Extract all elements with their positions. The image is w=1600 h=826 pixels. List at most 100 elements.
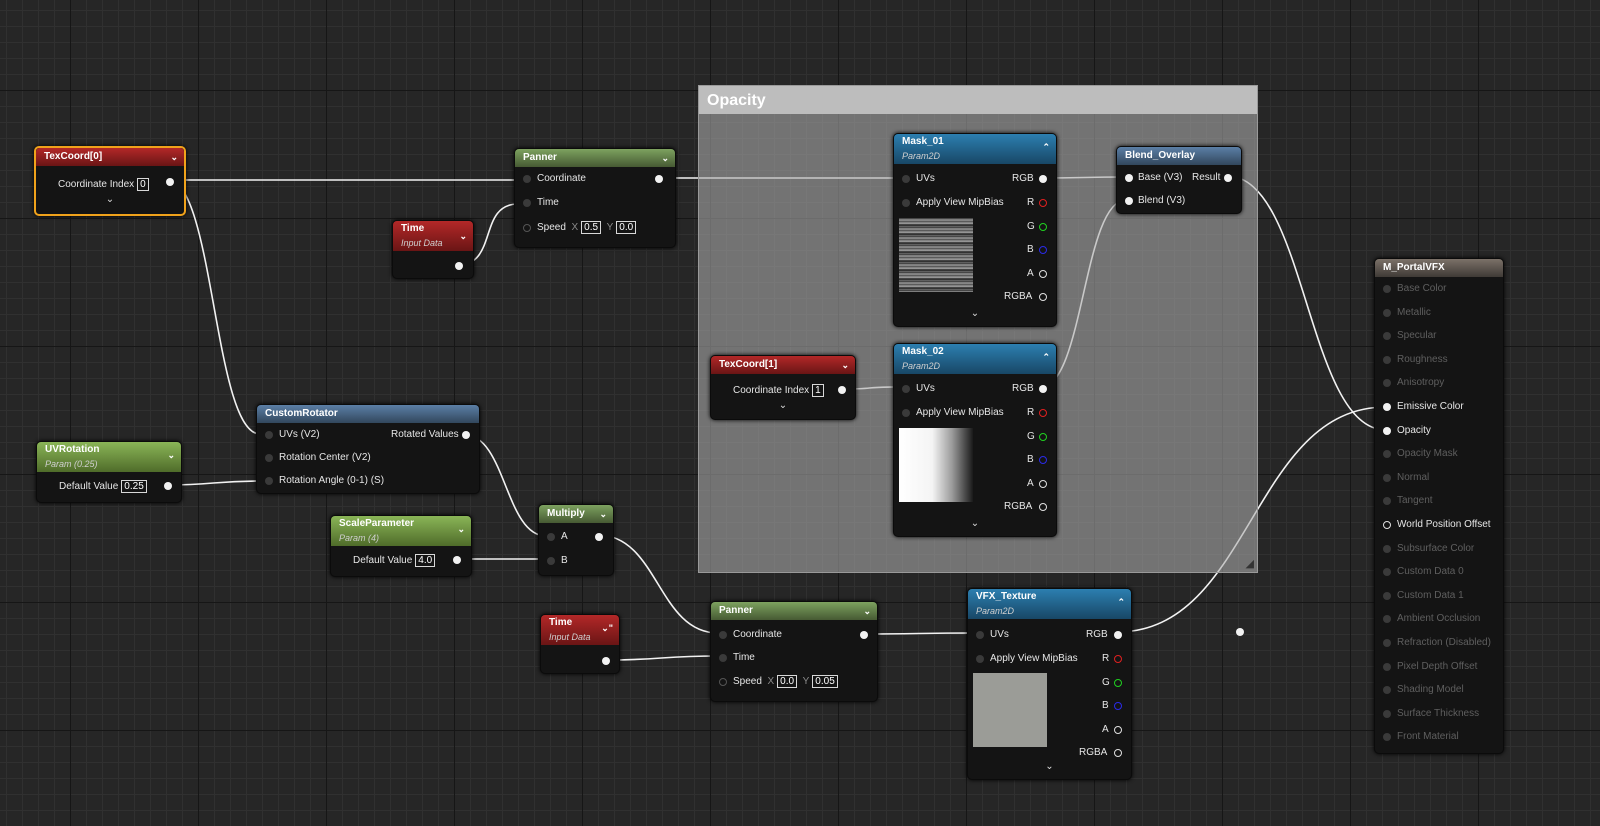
- a-output-pin[interactable]: [1039, 480, 1047, 488]
- default-value-field[interactable]: Default Value 0.25: [59, 480, 147, 493]
- chevron-up-icon[interactable]: ⌃: [1042, 350, 1050, 364]
- chevron-down-icon[interactable]: ⌄: [459, 229, 467, 243]
- output-pin[interactable]: [453, 556, 461, 564]
- rgb-output-pin[interactable]: [1039, 385, 1047, 393]
- node-header[interactable]: Panner ⌄: [515, 149, 675, 167]
- output-pin[interactable]: [455, 262, 463, 270]
- rgba-output-pin[interactable]: [1039, 503, 1047, 511]
- output-pin[interactable]: [602, 657, 610, 665]
- texcoord1-node[interactable]: TexCoord[1] ⌄ Coordinate Index 1 ⌄: [710, 355, 856, 420]
- chevron-down-icon[interactable]: ⌄: [457, 522, 465, 536]
- chevron-up-icon[interactable]: ⌃: [1042, 140, 1050, 154]
- chevron-down-icon[interactable]: ⌄: [968, 761, 1131, 772]
- base-color-input-pin[interactable]: [1383, 285, 1391, 293]
- comment-title[interactable]: Opacity: [699, 86, 1257, 114]
- texcoord0-node[interactable]: TexCoord[0] ⌄ Coordinate Index 0 ⌄: [34, 146, 186, 216]
- chevron-down-icon[interactable]: ⌄: [167, 448, 175, 462]
- b-input-pin[interactable]: [547, 557, 555, 565]
- node-header[interactable]: Time Input Data ⌄": [541, 615, 619, 645]
- node-header[interactable]: Mask_01 Param2D ⌃: [894, 134, 1056, 164]
- uvs-input-pin[interactable]: [976, 631, 984, 639]
- coordinate-input-pin[interactable]: [719, 631, 727, 639]
- mipbias-input-pin[interactable]: [902, 199, 910, 207]
- field-value[interactable]: 0.25: [121, 480, 147, 493]
- coordinate-index-field[interactable]: Coordinate Index 1: [733, 384, 824, 397]
- shading-model-input-pin[interactable]: [1383, 686, 1391, 695]
- ambient-occlusion-input-pin[interactable]: [1383, 615, 1391, 624]
- node-header[interactable]: Multiply ⌄: [539, 505, 613, 523]
- x-value[interactable]: 0.5: [581, 221, 602, 234]
- node-header[interactable]: TexCoord[1] ⌄: [711, 356, 855, 374]
- panner-node-2[interactable]: Panner ⌄ Coordinate Time Speed X 0.0 Y 0.05: [710, 601, 878, 702]
- node-header[interactable]: TexCoord[0] ⌄: [36, 148, 184, 166]
- chevron-down-icon[interactable]: ⌄: [894, 308, 1056, 319]
- a-input-pin[interactable]: [547, 533, 555, 541]
- r-output-pin[interactable]: [1039, 409, 1047, 417]
- panner-node-1[interactable]: Panner ⌄ Coordinate Time Speed X 0.5 Y 0.0: [514, 148, 676, 248]
- rgba-output-pin[interactable]: [1039, 293, 1047, 301]
- base-input-pin[interactable]: [1125, 174, 1133, 182]
- node-header[interactable]: VFX_Texture Param2D ⌃: [968, 589, 1131, 619]
- node-header[interactable]: CustomRotator: [257, 405, 479, 423]
- output-pin[interactable]: [655, 175, 663, 183]
- chevron-down-icon[interactable]: ⌄: [841, 356, 849, 374]
- y-value[interactable]: 0.0: [616, 221, 637, 234]
- a-output-pin[interactable]: [1114, 726, 1122, 734]
- y-value[interactable]: 0.05: [812, 675, 838, 688]
- anisotropy-input-pin[interactable]: [1383, 379, 1391, 388]
- x-value[interactable]: 0.0: [777, 675, 798, 688]
- roughness-input-pin[interactable]: [1383, 355, 1391, 364]
- node-header[interactable]: Blend_Overlay: [1117, 147, 1241, 165]
- vfx-texture-node[interactable]: VFX_Texture Param2D ⌃ UVs Apply View MipBi…: [967, 588, 1132, 780]
- chevron-down-icon[interactable]: ⌄: [599, 505, 607, 523]
- rgb-output-pin[interactable]: [1039, 175, 1047, 183]
- rotation-angle-input-pin[interactable]: [265, 477, 273, 485]
- speed-field[interactable]: Speed X 0.5 Y 0.0: [537, 221, 637, 234]
- uvs-input-pin[interactable]: [902, 385, 910, 393]
- pixel-depth-offset-input-pin[interactable]: [1383, 662, 1391, 671]
- specular-input-pin[interactable]: [1383, 332, 1391, 341]
- blend-overlay-node[interactable]: Blend_Overlay Base (V3) Result Blend (V3…: [1116, 146, 1242, 214]
- chevron-down-icon[interactable]: ⌄: [863, 602, 871, 620]
- chevron-up-icon[interactable]: ⌃: [1117, 595, 1125, 609]
- chevron-down-icon[interactable]: ⌄: [711, 400, 855, 411]
- metallic-input-pin[interactable]: [1383, 308, 1391, 317]
- output-pin[interactable]: [166, 178, 174, 186]
- wire-time2-panner2[interactable]: [604, 655, 719, 661]
- node-header[interactable]: M_PortalVFX: [1375, 259, 1503, 277]
- node-header[interactable]: Mask_02 Param2D ⌃: [894, 344, 1056, 374]
- coordinate-index-field[interactable]: Coordinate Index 0: [58, 178, 149, 191]
- multiply-node[interactable]: Multiply ⌄ A B: [538, 504, 614, 576]
- front-material-input-pin[interactable]: [1383, 733, 1391, 742]
- chevron-down-icon[interactable]: ⌄: [894, 518, 1056, 529]
- r-output-pin[interactable]: [1114, 655, 1122, 663]
- field-value[interactable]: 1: [812, 384, 824, 397]
- world-position-offset-input-pin[interactable]: [1383, 521, 1391, 529]
- reroute-knot[interactable]: [1236, 628, 1244, 636]
- node-header[interactable]: UVRotation Param (0.25) ⌄: [37, 442, 181, 472]
- uvrotation-node[interactable]: UVRotation Param (0.25) ⌄ Default Value 0.2…: [36, 441, 182, 503]
- emissive-color-input-pin[interactable]: [1383, 403, 1391, 411]
- refraction-disabled-input-pin[interactable]: [1383, 639, 1391, 647]
- tangent-input-pin[interactable]: [1383, 497, 1391, 506]
- custom-data-0-input-pin[interactable]: [1383, 568, 1391, 577]
- rgb-output-pin[interactable]: [1114, 631, 1122, 639]
- g-output-pin[interactable]: [1114, 679, 1122, 687]
- scale-parameter-node[interactable]: ScaleParameter Param (4) ⌄ Default Value 4.…: [330, 515, 472, 577]
- normal-input-pin[interactable]: [1383, 473, 1391, 482]
- result-output-pin[interactable]: [1224, 174, 1232, 182]
- field-value[interactable]: 0: [137, 178, 149, 191]
- b-output-pin[interactable]: [1039, 456, 1047, 464]
- time-node-2[interactable]: Time Input Data ⌄": [540, 614, 620, 674]
- coordinate-input-pin[interactable]: [523, 175, 531, 183]
- output-pin[interactable]: [838, 386, 846, 394]
- chevron-down-icon[interactable]: ⌄: [36, 194, 184, 205]
- opacity-mask-input-pin[interactable]: [1383, 450, 1391, 459]
- mask02-node[interactable]: Mask_02 Param2D ⌃ UVs Apply View MipBias R…: [893, 343, 1057, 537]
- custom-rotator-node[interactable]: CustomRotator UVs (V2) Rotated Values Ro…: [256, 404, 480, 494]
- output-pin[interactable]: [164, 482, 172, 490]
- time-input-pin[interactable]: [719, 654, 727, 662]
- speed-input-pin[interactable]: [523, 224, 531, 232]
- resize-grip-icon[interactable]: ◢: [1246, 557, 1254, 570]
- opacity-input-pin[interactable]: [1383, 426, 1391, 435]
